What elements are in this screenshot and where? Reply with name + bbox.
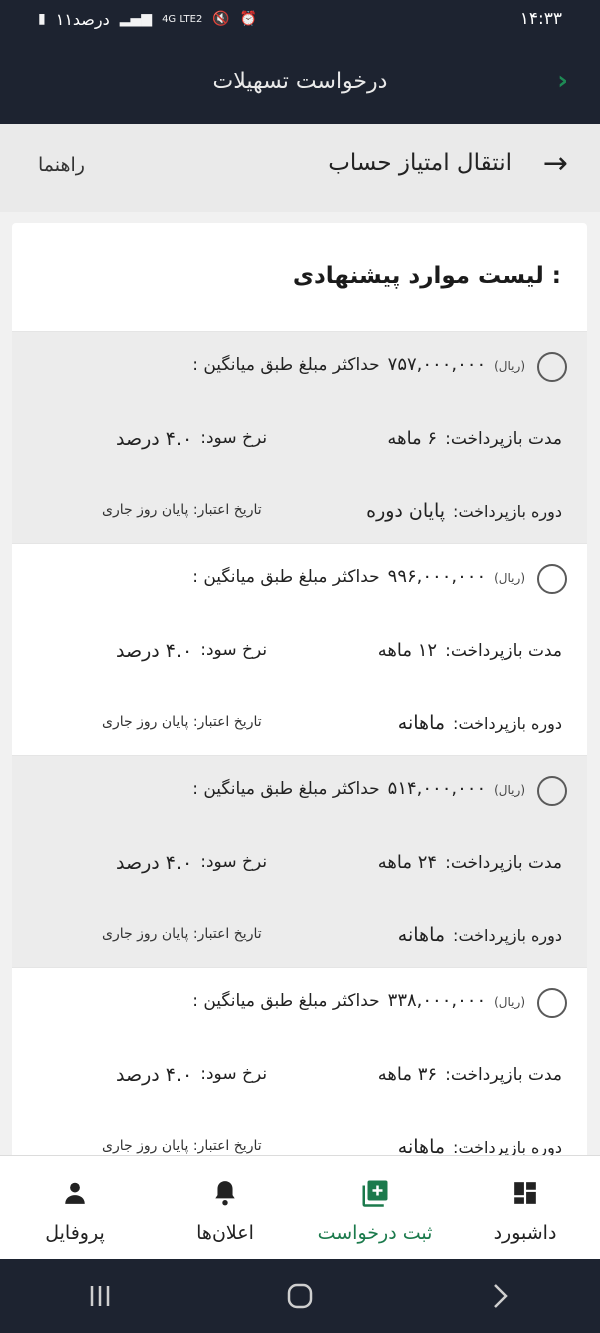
currency-label: (ریال)	[494, 359, 525, 373]
mute-icon: 🔇	[212, 11, 230, 27]
duration-value: ۱۲ ماهه	[377, 640, 438, 661]
period-value: ماهانه	[397, 712, 446, 734]
period-label: دوره بازپرداخت:	[453, 926, 562, 945]
add-document-icon	[360, 1178, 390, 1208]
validity-text: تاریخ اعتبار: پایان روز جاری	[102, 502, 262, 518]
duration-label: مدت بازپرداخت:	[445, 1065, 562, 1085]
nav-label: ثبت درخواست	[317, 1222, 433, 1244]
rate-label: نرخ سود:	[200, 1064, 268, 1084]
battery-text: ۱۱درصد	[55, 9, 110, 29]
guide-link[interactable]: راهنما	[38, 154, 85, 176]
back-icon[interactable]	[480, 1276, 520, 1316]
rate-value: ۴.۰ درصد	[116, 1064, 193, 1086]
duration-value: ۶ ماهه	[387, 428, 438, 449]
status-bar: ▮ ۱۱درصد ▂▄▆ 4G LTE2 🔇 ⏰ ۱۴:۳۳	[0, 0, 600, 38]
validity-text: تاریخ اعتبار: پایان روز جاری	[102, 1138, 262, 1154]
radio-button[interactable]	[537, 776, 567, 806]
nav-dashboard[interactable]: داشبورد	[450, 1156, 600, 1259]
back-chevron-icon[interactable]: ›	[557, 66, 568, 96]
rate-value: ۴.۰ درصد	[116, 428, 193, 450]
offer-item[interactable]: حداکثر مبلغ طبق میانگین : ۷۵۷,۰۰۰,۰۰۰ (ر…	[12, 331, 587, 543]
section-header: راهنما انتقال امتیاز حساب →	[0, 124, 600, 212]
rate-value: ۴.۰ درصد	[116, 640, 193, 662]
nav-new-request[interactable]: ثبت درخواست	[300, 1156, 450, 1259]
rate-value: ۴.۰ درصد	[116, 852, 193, 874]
offer-list: حداکثر مبلغ طبق میانگین : ۷۵۷,۰۰۰,۰۰۰ (ر…	[12, 331, 587, 1163]
duration-label: مدت بازپرداخت:	[445, 641, 562, 661]
bell-icon	[212, 1178, 238, 1208]
rate-label: نرخ سود:	[200, 640, 268, 660]
recent-apps-icon[interactable]	[80, 1276, 120, 1316]
nav-profile[interactable]: پروفایل	[0, 1156, 150, 1259]
page-title: درخواست تسهیلات	[212, 68, 388, 94]
rate-label: نرخ سود:	[200, 852, 268, 872]
arrow-right-icon[interactable]: →	[543, 146, 568, 181]
duration-label: مدت بازپرداخت:	[445, 429, 562, 449]
status-time: ۱۴:۳۳	[519, 9, 562, 29]
max-amount-label: حداکثر مبلغ طبق میانگین :	[192, 779, 380, 799]
duration-value: ۲۴ ماهه	[377, 852, 438, 873]
rate-label: نرخ سود:	[200, 428, 268, 448]
currency-label: (ریال)	[494, 783, 525, 797]
offer-item[interactable]: حداکثر مبلغ طبق میانگین : ۳۳۸,۰۰۰,۰۰۰ (ر…	[12, 967, 587, 1163]
bottom-navigation: پروفایل اعلان‌ها ثبت درخواست داشبورد	[0, 1155, 600, 1259]
period-value: پایان دوره	[366, 500, 446, 522]
offer-item[interactable]: حداکثر مبلغ طبق میانگین : ۵۱۴,۰۰۰,۰۰۰ (ر…	[12, 755, 587, 967]
network-text: 4G LTE2	[162, 13, 203, 25]
offer-item[interactable]: حداکثر مبلغ طبق میانگین : ۹۹۶,۰۰۰,۰۰۰ (ر…	[12, 543, 587, 755]
home-icon[interactable]	[280, 1276, 320, 1316]
signal-icon: ▂▄▆	[119, 11, 153, 27]
dashboard-icon	[512, 1178, 538, 1208]
max-amount-label: حداکثر مبلغ طبق میانگین :	[192, 991, 380, 1011]
max-amount-value: ۳۳۸,۰۰۰,۰۰۰	[387, 990, 487, 1011]
app-header: درخواست تسهیلات ›	[0, 38, 600, 124]
radio-button[interactable]	[537, 988, 567, 1018]
max-amount-value: ۷۵۷,۰۰۰,۰۰۰	[387, 354, 487, 375]
nav-label: پروفایل	[45, 1222, 105, 1244]
offers-card: لیست موارد پیشنهادی : حداکثر مبلغ طبق می…	[12, 223, 587, 1163]
alarm-icon: ⏰	[239, 11, 258, 27]
currency-label: (ریال)	[494, 571, 525, 585]
currency-label: (ریال)	[494, 995, 525, 1009]
person-icon	[62, 1178, 88, 1208]
section-title: انتقال امتیاز حساب	[328, 150, 512, 176]
validity-text: تاریخ اعتبار: پایان روز جاری	[102, 926, 262, 942]
duration-value: ۳۶ ماهه	[377, 1064, 438, 1085]
validity-text: تاریخ اعتبار: پایان روز جاری	[102, 714, 262, 730]
nav-label: اعلان‌ها	[196, 1222, 254, 1244]
max-amount-label: حداکثر مبلغ طبق میانگین :	[192, 355, 380, 375]
duration-label: مدت بازپرداخت:	[445, 853, 562, 873]
battery-icon: ▮	[38, 11, 46, 27]
radio-button[interactable]	[537, 352, 567, 382]
period-label: دوره بازپرداخت:	[453, 502, 562, 521]
max-amount-value: ۵۱۴,۰۰۰,۰۰۰	[387, 778, 487, 799]
period-label: دوره بازپرداخت:	[453, 714, 562, 733]
status-icons: ▮ ۱۱درصد ▂▄▆ 4G LTE2 🔇 ⏰	[38, 10, 257, 29]
system-navigation-bar	[0, 1259, 600, 1333]
offers-title: لیست موارد پیشنهادی :	[292, 263, 561, 289]
nav-label: داشبورد	[493, 1222, 557, 1244]
nav-notifications[interactable]: اعلان‌ها	[150, 1156, 300, 1259]
max-amount-label: حداکثر مبلغ طبق میانگین :	[192, 567, 380, 587]
max-amount-value: ۹۹۶,۰۰۰,۰۰۰	[387, 566, 487, 587]
period-value: ماهانه	[397, 924, 446, 946]
radio-button[interactable]	[537, 564, 567, 594]
